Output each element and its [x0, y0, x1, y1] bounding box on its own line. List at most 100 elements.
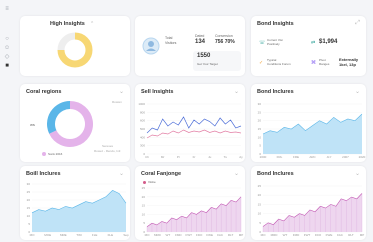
kpi-delta-label: Dated: [195, 34, 205, 38]
x-tick-label: FWT: [304, 233, 311, 237]
x-tick-label: FWE: [206, 233, 213, 237]
y-tick-label: 500: [140, 127, 145, 131]
y-tick-label: 25: [258, 110, 262, 114]
x-tick-label: Ay: [239, 155, 243, 159]
more-options-icon[interactable]: ⌄: [355, 170, 360, 177]
x-tick-label: Sep: [123, 233, 129, 237]
more-options-icon[interactable]: ⌄: [119, 170, 124, 177]
y-tick-label: 600: [140, 119, 145, 123]
x-tick-label: FAC: [337, 233, 344, 237]
kpi-target-value: 1550: [197, 53, 211, 59]
y-tick-label: 30: [258, 102, 262, 106]
kpi-delta-value: 134: [195, 39, 206, 45]
x-tick-label: Tu: [224, 155, 228, 159]
card-title: Coral regions: [26, 89, 62, 95]
kpi-card: Total Visitors Dated 134 Conversion 756 …: [135, 16, 245, 76]
boill-inclures-card: Boill Inclures ⌄ 0 5 10 15 20 25 30 MO MOE MRE TWI…: [20, 166, 130, 240]
y-tick-label: 10: [142, 212, 146, 216]
bond-insights-card: Bond Insights ⤢ ☏ Current Visi Positivel…: [251, 16, 366, 76]
y-tick-label: 5: [28, 222, 30, 226]
y-tick-label: 10: [258, 135, 262, 139]
coral-fanjonge-card: Coral Fanjonge ⌄ Vlobe 0 5 10 15 20 25 MO MRD WT…: [135, 166, 245, 240]
y-tick-label: 20: [27, 198, 31, 202]
y-tick-label: 25: [258, 184, 262, 188]
x-tick-label: MO: [30, 233, 35, 237]
x-tick-label: FWE: [326, 233, 333, 237]
coral-label-bottom1: Sereses: [102, 144, 114, 148]
kpi-user-label: Total: [165, 36, 173, 40]
high-insights-donut: [57, 32, 93, 68]
check-icon: ✓: [259, 60, 264, 66]
more-options-icon[interactable]: ⌄: [234, 88, 239, 95]
coral-regions-card: Coral regions ⌄ ws Rowsm Sonk 2016 Seres…: [20, 84, 130, 162]
more-options-icon[interactable]: ⌄: [119, 88, 124, 95]
y-tick-label: 15: [258, 202, 262, 206]
x-tick-label: FLE: [108, 233, 114, 237]
coral-legend: Sonk 2016: [48, 152, 63, 156]
more-options-icon[interactable]: ⌄: [355, 88, 360, 95]
x-tick-label: MOE: [44, 233, 51, 237]
card-title: Boill Inclures: [26, 171, 61, 177]
x-tick-label: MRD: [154, 233, 162, 237]
x-tick-label: FLE: [92, 233, 98, 237]
phone-icon: ☏: [259, 40, 266, 46]
user-icon[interactable]: ☺: [4, 45, 10, 51]
y-tick-label: 20: [142, 195, 146, 199]
kpi-conv-label: Conversion: [215, 34, 233, 38]
y-tick-label: 20: [258, 119, 262, 123]
x-tick-label: MO: [261, 233, 266, 237]
x-tick-label: MP: [360, 233, 365, 237]
area-fill: [263, 193, 362, 232]
card-title: Sell Insights: [141, 89, 174, 95]
kpi-target-label: Get Your Target: [197, 62, 218, 66]
kpi-user-value: Visitors: [165, 41, 177, 45]
y-tick-label: 20: [258, 193, 262, 197]
bond-item3-sub: Conditions Forum: [267, 62, 291, 66]
x-tick-label: FRE: [293, 155, 299, 159]
x-tick-label: FRL: [277, 155, 283, 159]
x-tick-label: FWT: [186, 233, 193, 237]
sidebar: ≡ ○ ☺ ◇ ■: [0, 0, 14, 242]
bond-inclures2-chart: 0510152025MO MRD WT FMD FWT FDO FWE FAC RLT MP: [258, 184, 365, 237]
tag-icon: ⌘: [311, 60, 316, 66]
x-tick-label: Mr: [161, 155, 165, 159]
card-title: Bond Inclures: [257, 171, 294, 177]
y-tick-label: 30: [27, 182, 31, 186]
series-line: [146, 129, 242, 139]
y-tick-label: 25: [27, 190, 31, 194]
y-tick-label: 400: [140, 135, 145, 139]
chevron-up-icon[interactable]: ⌃: [90, 21, 94, 27]
y-tick-label: 5: [143, 221, 145, 225]
more-options-icon[interactable]: ⌄: [234, 170, 239, 177]
x-tick-label: MO: [145, 233, 150, 237]
x-tick-label: 2000: [260, 155, 267, 159]
bond-item1-sub: Positively: [267, 42, 280, 46]
legend-swatch: [42, 152, 46, 156]
more-options-icon[interactable]: ⤢: [355, 20, 360, 27]
series-line: [146, 116, 242, 134]
bond-inclures-chart: 0510152025302000 FRL FRE ARC JLY 2007 2020: [258, 102, 366, 159]
star-icon[interactable]: ◇: [4, 54, 10, 60]
folder-icon[interactable]: ■: [4, 63, 10, 69]
x-tick-label: RLT: [348, 233, 354, 237]
y-tick-label: 800: [140, 110, 145, 114]
pie-slice: [47, 101, 71, 134]
menu-icon[interactable]: ≡: [4, 6, 10, 12]
coral-label-right-top: Rowsm: [112, 100, 123, 104]
coral-regions-donut: [47, 101, 93, 147]
area-fill: [263, 114, 362, 154]
x-tick-label: MRD: [271, 233, 279, 237]
coral-label-left: ws: [30, 122, 35, 127]
x-tick-label: 2007: [342, 155, 349, 159]
settings-icon[interactable]: ○: [4, 36, 10, 42]
bond-item5-value: 1kel, 13p: [339, 62, 356, 67]
y-tick-label: 5: [259, 221, 261, 225]
x-tick-label: Ju: [208, 155, 212, 159]
y-tick-label: 25: [142, 186, 146, 190]
y-tick-label: 15: [258, 127, 262, 131]
x-tick-label: FDO: [196, 233, 203, 237]
x-tick-label: ARC: [309, 155, 316, 159]
coral-label-bottom2: Rowez - Rendo, Intl: [94, 149, 121, 153]
bond-item4-sub: Ranges: [319, 62, 330, 66]
card-title: Bond Insights: [257, 21, 294, 27]
